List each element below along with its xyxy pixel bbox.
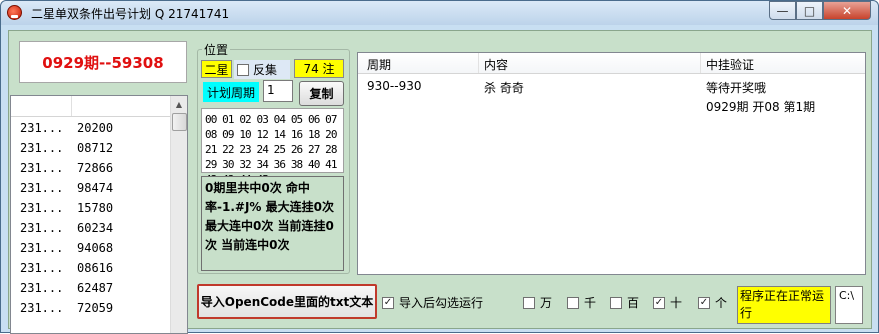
history-col-number-header[interactable] (72, 96, 171, 116)
list-item-period: 231... (20, 261, 64, 275)
reverse-check-box[interactable] (237, 63, 249, 76)
list-item-number: 94068 (77, 241, 114, 255)
digit-checkbox[interactable]: 百 (610, 294, 639, 311)
list-item-period: 231... (20, 141, 64, 155)
auto-select-check-box[interactable]: ✓ (382, 296, 394, 309)
plan-period-label: 计划周期 (203, 82, 259, 102)
column-header-verify[interactable]: 中挂验证 (706, 56, 754, 73)
plan-table[interactable]: 周期 内容 中挂验证 930--930 杀 奇奇 等待开奖哦 0929期 开08… (357, 52, 866, 275)
app-icon (7, 5, 22, 20)
list-item[interactable]: 231... 98474 (11, 178, 113, 198)
row-verify-detail: 0929期 开08 第1期 (706, 100, 816, 114)
digit-check-box[interactable] (610, 296, 622, 309)
digit-checkbox[interactable]: ✓ 个 (698, 294, 727, 311)
list-item-period: 231... (20, 161, 64, 175)
digit-label: 万 (540, 296, 553, 310)
current-period-display: 0929期--59308 (19, 41, 187, 83)
list-item[interactable]: 231... 15780 (11, 198, 113, 218)
list-item-number: 72866 (77, 161, 114, 175)
list-item-number: 98474 (77, 181, 114, 195)
list-item-number: 20200 (77, 121, 114, 135)
row-period: 930--930 (367, 79, 422, 93)
digit-checkbox[interactable]: 千 (567, 294, 596, 311)
minimize-button[interactable]: — (769, 1, 796, 20)
history-list-header (11, 96, 171, 117)
list-item[interactable]: 231... 08712 (11, 138, 113, 158)
scroll-up-icon[interactable]: ▲ (171, 96, 187, 113)
scroll-thumb[interactable] (172, 113, 187, 131)
status-text: 程序正在正常运行 (737, 286, 831, 324)
list-item-number: 60234 (77, 221, 114, 235)
position-group-label: 位置 (202, 41, 231, 58)
list-item[interactable]: 231... 62487 (11, 278, 113, 298)
import-txt-button[interactable]: 导入OpenCode里面的txt文本 (197, 284, 377, 319)
list-item-period: 231... (20, 201, 64, 215)
digit-label: 百 (627, 296, 640, 310)
column-header-content[interactable]: 内容 (484, 56, 508, 73)
list-item-number: 15780 (77, 201, 114, 215)
reverse-checkbox[interactable]: 反集 (234, 60, 290, 79)
list-item[interactable]: 231... 08616 (11, 258, 113, 278)
maximize-button[interactable]: □ (796, 1, 823, 20)
digit-check-box[interactable]: ✓ (653, 296, 665, 309)
digit-label: 千 (584, 296, 597, 310)
close-button[interactable]: ✕ (823, 1, 871, 20)
digit-label: 个 (715, 296, 728, 310)
list-item[interactable]: 231... 72866 (11, 158, 113, 178)
digit-check-box[interactable] (567, 296, 579, 309)
minimize-icon: — (776, 3, 789, 18)
list-item-period: 231... (20, 121, 64, 135)
list-item-number: 08712 (77, 141, 114, 155)
history-list-rows: 231... 20200 231... 08712 231... 72866 231... 9… (11, 118, 113, 318)
window-title: 二星单双条件出号计划 Q 21741741 (31, 7, 230, 21)
plan-period-input[interactable]: 1 (263, 80, 293, 102)
list-item-period: 231... (20, 241, 64, 255)
number-pool[interactable]: 00 01 02 03 04 05 06 07 08 09 10 12 14 1… (201, 108, 344, 186)
list-item-period: 231... (20, 281, 64, 295)
column-divider[interactable] (478, 53, 479, 73)
list-item[interactable]: 231... 72059 (11, 298, 113, 318)
auto-select-label: 导入后勾选运行 (399, 296, 484, 310)
history-col-period-header[interactable] (11, 96, 72, 116)
column-header-period[interactable]: 周期 (367, 56, 391, 73)
digit-check-box[interactable]: ✓ (698, 296, 710, 309)
app-window: 二星单双条件出号计划 Q 21741741 — □ ✕ 0929期--59308… (0, 0, 879, 334)
list-item[interactable]: 231... 94068 (11, 238, 113, 258)
row-verify-status: 等待开奖哦 (706, 81, 767, 95)
count-badge: 74 注 (294, 59, 344, 78)
history-list[interactable]: 231... 20200 231... 08712 231... 72866 231... 9… (10, 95, 188, 334)
digit-check-box[interactable] (523, 296, 535, 309)
list-item-number: 62487 (77, 281, 114, 295)
list-item[interactable]: 231... 60234 (11, 218, 113, 238)
reverse-label: 反集 (253, 63, 278, 77)
auto-select-checkbox[interactable]: ✓ 导入后勾选运行 (382, 294, 483, 311)
title-bar[interactable]: 二星单双条件出号计划 Q 21741741 — □ ✕ (1, 1, 878, 25)
digit-checkbox[interactable]: 万 (523, 294, 552, 311)
hit-stats: 0期里共中0次 命中率-1.#J% 最大连挂0次 最大连中0次 当前连挂0次 当… (201, 176, 344, 271)
list-item-period: 231... (20, 221, 64, 235)
history-scrollbar[interactable]: ▲ (170, 96, 187, 333)
digit-label: 十 (670, 296, 683, 310)
position-value[interactable]: 二星 (201, 60, 232, 78)
digit-checkbox[interactable]: ✓ 十 (653, 294, 682, 311)
list-item-period: 231... (20, 181, 64, 195)
row-content: 杀 奇奇 (484, 81, 524, 95)
list-item[interactable]: 231... 20200 (11, 118, 113, 138)
path-field[interactable]: C:\ (835, 286, 863, 324)
close-icon: ✕ (841, 3, 853, 18)
copy-button[interactable]: 复制 (299, 81, 344, 106)
list-item-number: 08616 (77, 261, 114, 275)
plan-table-header: 周期 内容 中挂验证 (358, 53, 865, 74)
maximize-icon: □ (803, 3, 816, 18)
column-divider[interactable] (700, 53, 701, 73)
list-item-number: 72059 (77, 301, 114, 315)
list-item-period: 231... (20, 301, 64, 315)
